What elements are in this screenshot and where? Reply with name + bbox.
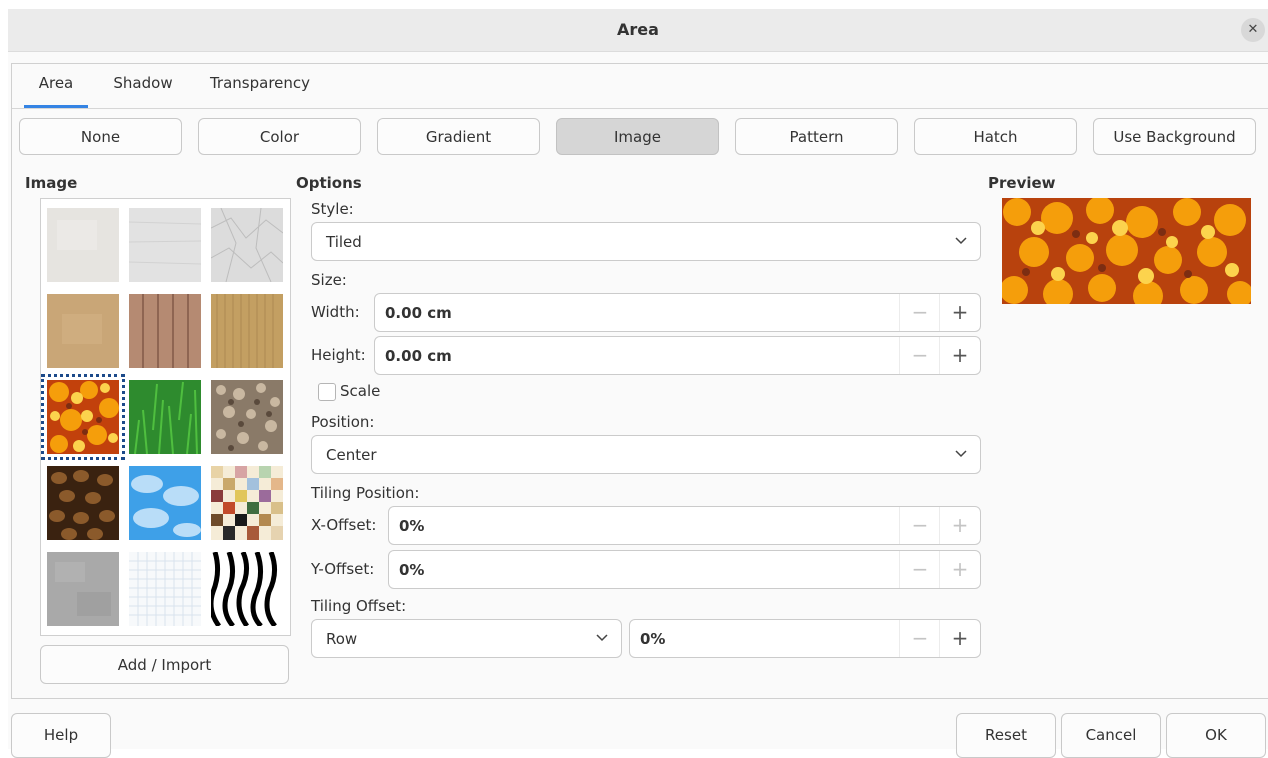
thumbnail-coffee-beans[interactable] (47, 466, 119, 540)
tiling-offset-label: Tiling Offset: (311, 597, 407, 615)
tiling-offset-value: 0% (640, 630, 666, 648)
help-button[interactable]: Help (11, 713, 111, 758)
fill-use-background-button[interactable]: Use Background (1093, 118, 1256, 155)
y-offset-label: Y-Offset: (311, 560, 375, 578)
width-decrement-button[interactable]: − (899, 294, 940, 331)
x-offset-value: 0% (399, 517, 425, 535)
tiling-offset-decrement-button[interactable]: − (899, 620, 940, 657)
reset-button[interactable]: Reset (956, 713, 1056, 758)
tiling-offset-mode-dropdown[interactable]: Row (311, 619, 622, 658)
chevron-down-icon (955, 237, 967, 245)
preview-heading: Preview (988, 174, 1056, 192)
x-offset-label: X-Offset: (311, 516, 377, 534)
tab-area[interactable]: Area (24, 74, 88, 108)
thumbnail-zebra[interactable] (211, 552, 283, 626)
chevron-down-icon (955, 450, 967, 458)
thumbnail-paper-crumpled[interactable] (211, 208, 283, 282)
image-gallery (40, 198, 291, 636)
thumbnail-pebbles[interactable] (211, 380, 283, 454)
close-icon[interactable]: ✕ (1241, 18, 1265, 42)
cancel-button[interactable]: Cancel (1061, 713, 1161, 758)
y-offset-decrement-button[interactable]: − (899, 551, 940, 588)
thumbnail-cardboard[interactable] (211, 294, 283, 368)
tab-bar: Area Shadow Transparency (12, 64, 1268, 109)
width-spinbox[interactable]: 0.00 cm − + (374, 293, 981, 332)
thumbnail-autumn-leaves[interactable] (41, 374, 125, 460)
style-dropdown[interactable]: Tiled (311, 222, 981, 261)
chevron-down-icon (596, 634, 608, 642)
position-dropdown[interactable]: Center (311, 435, 981, 474)
thumbnail-concrete[interactable] (47, 552, 119, 626)
y-offset-increment-button[interactable]: + (939, 551, 980, 588)
title-bar: Area ✕ (8, 9, 1268, 52)
scale-checkbox[interactable] (318, 383, 336, 401)
thumbnail-grass[interactable] (129, 380, 201, 454)
dialog-title: Area (617, 20, 659, 39)
fill-color-button[interactable]: Color (198, 118, 361, 155)
tiling-offset-increment-button[interactable]: + (939, 620, 980, 657)
fill-pattern-button[interactable]: Pattern (735, 118, 898, 155)
position-label: Position: (311, 413, 375, 431)
fill-image-button[interactable]: Image (556, 118, 719, 155)
add-import-button[interactable]: Add / Import (40, 645, 289, 684)
fill-none-button[interactable]: None (19, 118, 182, 155)
thumbnail-paper-gray[interactable] (129, 208, 201, 282)
tab-transparency[interactable]: Transparency (204, 74, 316, 108)
height-spinbox[interactable]: 0.00 cm − + (374, 336, 981, 375)
fill-gradient-button[interactable]: Gradient (377, 118, 540, 155)
tiling-offset-mode-value: Row (326, 630, 358, 648)
y-offset-value: 0% (399, 561, 425, 579)
style-value: Tiled (326, 233, 362, 251)
area-dialog: Area ✕ Area Shadow Transparency None Col… (8, 9, 1268, 758)
height-value: 0.00 cm (385, 347, 452, 365)
dialog-content: Area Shadow Transparency None Color Grad… (11, 63, 1268, 699)
tiling-offset-spinbox[interactable]: 0% − + (629, 619, 981, 658)
width-increment-button[interactable]: + (939, 294, 980, 331)
tab-shadow[interactable]: Shadow (108, 74, 178, 108)
thumbnail-color-mosaic[interactable] (211, 466, 283, 540)
scale-label: Scale (340, 382, 381, 400)
y-offset-spinbox[interactable]: 0% − + (388, 550, 981, 589)
style-label: Style: (311, 200, 354, 218)
height-label: Height: (311, 346, 366, 364)
height-increment-button[interactable]: + (939, 337, 980, 374)
height-decrement-button[interactable]: − (899, 337, 940, 374)
x-offset-increment-button[interactable]: + (939, 507, 980, 544)
x-offset-spinbox[interactable]: 0% − + (388, 506, 981, 545)
image-heading: Image (25, 174, 78, 192)
thumbnail-sky-clouds[interactable] (129, 466, 201, 540)
size-label: Size: (311, 271, 347, 289)
options-heading: Options (296, 174, 362, 192)
ok-button[interactable]: OK (1166, 713, 1266, 758)
thumbnail-paper-white[interactable] (47, 208, 119, 282)
position-value: Center (326, 446, 377, 464)
thumbnail-wood-planks[interactable] (129, 294, 201, 368)
preview-image (1002, 198, 1251, 304)
width-label: Width: (311, 303, 360, 321)
tiling-position-label: Tiling Position: (311, 484, 420, 502)
x-offset-decrement-button[interactable]: − (899, 507, 940, 544)
thumbnail-graph-paper[interactable] (129, 552, 201, 626)
thumbnail-paper-brown[interactable] (47, 294, 119, 368)
fill-hatch-button[interactable]: Hatch (914, 118, 1077, 155)
width-value: 0.00 cm (385, 304, 452, 322)
